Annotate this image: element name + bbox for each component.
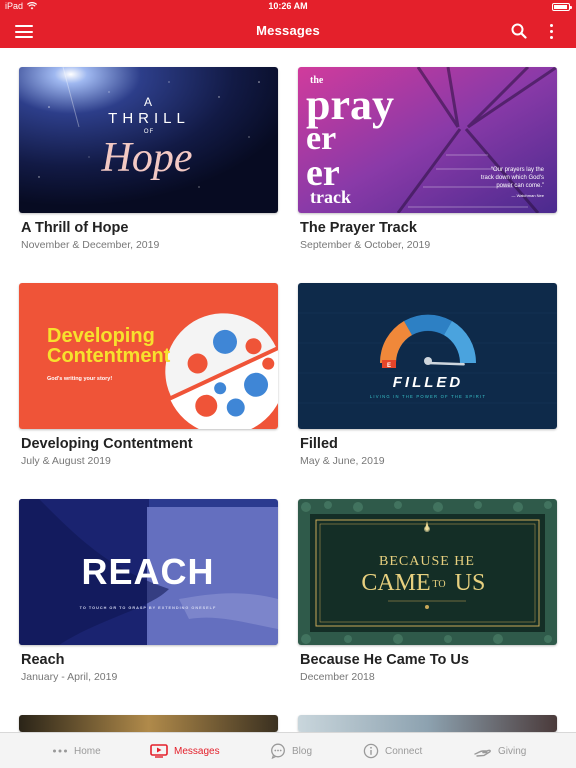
tab-bar: Home Messages Blog Connect Giving	[0, 732, 576, 768]
art-came: CAME	[361, 570, 430, 596]
series-artwork	[19, 715, 278, 732]
card-title: Filled	[300, 436, 338, 452]
reach-art: REACH TO TOUCH OR TO GRASP BY EXTENDING …	[19, 499, 278, 645]
because-he-came-art: BECAUSE HE CAME TO US	[298, 499, 557, 645]
series-artwork: Developing Contentment God's writing you…	[19, 283, 278, 429]
message-card-because-he-came[interactable]: BECAUSE HE CAME TO US Because He Came To…	[298, 499, 557, 683]
gauge-needle	[426, 361, 465, 366]
art-line2: THRILL	[108, 110, 190, 127]
art-author: — Watchman Nee	[511, 193, 544, 198]
art-line1: A	[144, 95, 154, 109]
card-date: July & August 2019	[21, 455, 111, 467]
video-icon	[150, 744, 168, 758]
message-card-developing-contentment[interactable]: Developing Contentment God's writing you…	[19, 283, 278, 467]
tab-messages[interactable]: Messages	[150, 733, 220, 768]
tab-label: Connect	[385, 745, 423, 757]
prayer-track-art: the pray er er track “Our prayers lay th…	[298, 67, 557, 213]
nav-bar: Messages	[0, 14, 576, 48]
art-line1: BECAUSE HE	[379, 554, 475, 569]
battery-icon	[552, 3, 572, 11]
art-sub: God's writing your story!	[47, 376, 112, 382]
ellipsis-icon	[53, 749, 67, 753]
series-artwork: the pray er er track “Our prayers lay th…	[298, 67, 557, 213]
tab-label: Messages	[174, 745, 220, 757]
developing-contentment-art: Developing Contentment God's writing you…	[19, 283, 278, 429]
chat-bubble-icon	[271, 743, 285, 759]
art-quote1: “Our prayers lay the	[491, 167, 545, 173]
message-card-prayer-track[interactable]: the pray er er track “Our prayers lay th…	[298, 67, 557, 251]
card-title: Developing Contentment	[21, 436, 193, 452]
art-word: REACH	[81, 551, 214, 592]
series-artwork	[298, 715, 557, 732]
art-quote3: power can come.”	[496, 183, 544, 189]
art-quote2: track down which God's	[481, 175, 544, 181]
card-title: Reach	[21, 652, 65, 668]
art-word3: track	[310, 187, 351, 207]
tab-connect[interactable]: Connect	[363, 733, 422, 768]
card-date: January - April, 2019	[21, 671, 118, 683]
series-artwork: A THRILL OF Hope	[19, 67, 278, 213]
page-title: Messages	[256, 23, 320, 38]
card-date: December 2018	[300, 671, 375, 683]
series-artwork: E FILLED LIVING IN THE POWER OF THE SPIR…	[298, 283, 557, 429]
card-title: A Thrill of Hope	[21, 220, 129, 236]
art-word: FILLED	[393, 374, 464, 391]
art-line4: Hope	[101, 135, 193, 181]
art-line1: Developing	[47, 325, 155, 347]
message-card-thrill-of-hope[interactable]: A THRILL OF Hope A Thrill of Hope Novemb…	[19, 67, 278, 251]
thrill-of-hope-art: A THRILL OF Hope	[19, 67, 278, 213]
series-artwork: BECAUSE HE CAME TO US	[298, 499, 557, 645]
art-us: US	[455, 570, 486, 596]
filled-art: E FILLED LIVING IN THE POWER OF THE SPIR…	[298, 283, 557, 429]
message-card-filled[interactable]: E FILLED LIVING IN THE POWER OF THE SPIR…	[298, 283, 557, 467]
card-date: May & June, 2019	[300, 455, 385, 467]
giving-hands-icon	[474, 749, 491, 757]
tab-label: Giving	[498, 745, 527, 757]
status-time: 10:26 AM	[268, 1, 308, 11]
card-title: Because He Came To Us	[300, 652, 469, 668]
message-card-partial-left[interactable]	[19, 715, 278, 732]
tab-label: Blog	[292, 745, 313, 757]
card-date: November & December, 2019	[21, 239, 160, 251]
art-sub: TO TOUCH OR TO GRASP BY EXTENDING ONESEL…	[80, 606, 217, 610]
tab-giving[interactable]: Giving	[474, 733, 526, 768]
art-sub: LIVING IN THE POWER OF THE SPIRIT	[370, 394, 486, 399]
search-icon[interactable]	[511, 23, 527, 39]
more-options-icon[interactable]	[546, 23, 556, 40]
status-bar: iPad 10:26 AM	[0, 0, 576, 14]
card-title: The Prayer Track	[300, 220, 417, 236]
message-card-partial-right[interactable]	[298, 715, 557, 732]
tab-home[interactable]: Home	[52, 733, 101, 768]
info-icon	[363, 743, 379, 759]
gauge-empty-label: E	[387, 363, 391, 369]
art-to: TO	[432, 579, 445, 590]
tab-blog[interactable]: Blog	[270, 733, 312, 768]
card-date: September & October, 2019	[300, 239, 431, 251]
tab-label: Home	[74, 745, 101, 757]
messages-grid[interactable]: A THRILL OF Hope A Thrill of Hope Novemb…	[0, 48, 576, 732]
series-artwork: REACH TO TOUCH OR TO GRASP BY EXTENDING …	[19, 499, 278, 645]
art-line2: Contentment	[47, 345, 171, 367]
message-card-reach[interactable]: REACH TO TOUCH OR TO GRASP BY EXTENDING …	[19, 499, 278, 683]
